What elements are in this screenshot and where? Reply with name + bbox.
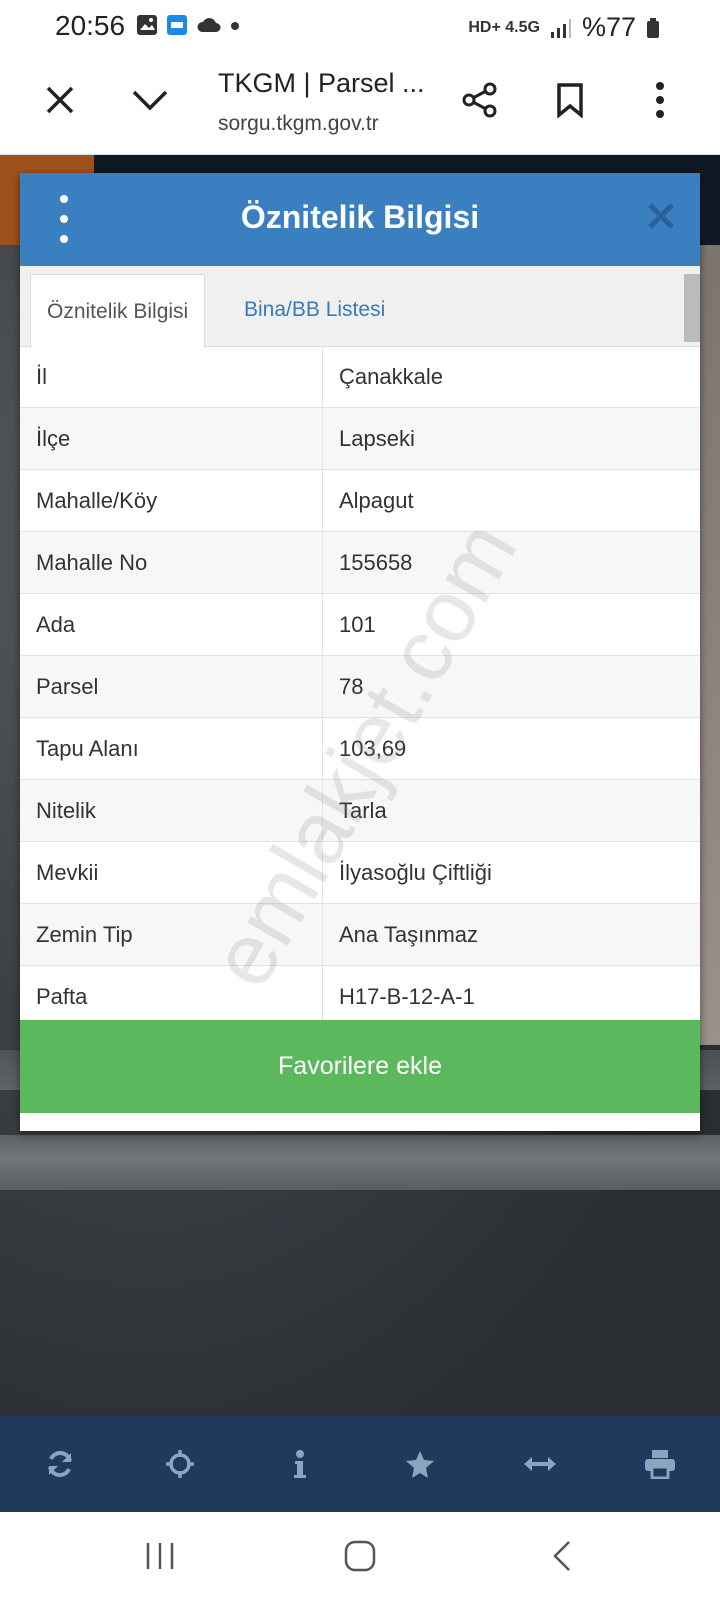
dot-icon (231, 22, 239, 30)
page-url[interactable]: sorgu.tkgm.gov.tr (218, 112, 379, 136)
row-key: Parsel (20, 655, 323, 718)
tab-bar: Öznitelik Bilgisi Bina/BB Listesi (20, 266, 700, 348)
table-row: Mahalle No 155658 (20, 531, 700, 594)
refresh-icon (48, 1450, 72, 1478)
row-key: Zemin Tip (20, 903, 323, 966)
bookmark-icon (557, 83, 583, 118)
row-key: Mahalle No (20, 531, 323, 594)
row-key: Tapu Alanı (20, 717, 323, 780)
row-value: Alpagut (322, 469, 700, 532)
close-icon (46, 86, 74, 114)
recent-apps-icon (146, 1543, 174, 1569)
table-row: Nitelik Tarla (20, 779, 700, 842)
row-value: 155658 (322, 531, 700, 594)
recent-apps-button[interactable] (130, 1532, 190, 1580)
row-key: İlçe (20, 407, 323, 470)
table-row: Mevkii İlyasoğlu Çiftliği (20, 841, 700, 904)
measure-icon (524, 1457, 556, 1471)
table-row: Parsel 78 (20, 655, 700, 718)
map-road (0, 1135, 720, 1190)
tab-attribute-info[interactable]: Öznitelik Bilgisi (30, 274, 206, 348)
row-value: H17-B-12-A-1 (322, 965, 700, 1028)
row-key: Mevkii (20, 841, 323, 904)
row-value: Lapseki (322, 407, 700, 470)
row-value: İlyasoğlu Çiftliği (322, 841, 700, 904)
row-value: 78 (322, 655, 700, 718)
more-vertical-icon (656, 82, 664, 118)
notification-icons (136, 14, 240, 36)
locate-button[interactable] (150, 1434, 210, 1494)
map-toolbar (0, 1416, 720, 1512)
signal-icon (550, 18, 571, 38)
table-row: İlçe Lapseki (20, 407, 700, 470)
minimize-button[interactable] (126, 76, 174, 124)
row-key: İl (20, 346, 323, 408)
row-key: Ada (20, 593, 323, 656)
share-icon (462, 82, 497, 118)
row-value: 101 (322, 593, 700, 656)
row-key: Nitelik (20, 779, 323, 842)
row-value: 103,69 (322, 717, 700, 780)
battery-percent: %77 (581, 12, 636, 42)
print-icon (645, 1450, 675, 1479)
status-bar: 20:56 HD+ 4.5G %77 (0, 0, 720, 52)
status-time: 20:56 (55, 10, 126, 41)
table-row: Tapu Alanı 103,69 (20, 717, 700, 780)
star-icon (406, 1451, 434, 1478)
table-row: Mahalle/Köy Alpagut (20, 469, 700, 532)
row-value: Çanakkale (322, 346, 700, 408)
back-button[interactable] (532, 1532, 592, 1580)
gallery-icon (137, 15, 157, 35)
locate-icon (166, 1450, 194, 1478)
row-value: Ana Taşınmaz (322, 903, 700, 966)
back-icon (553, 1541, 570, 1571)
bookmark-button[interactable] (546, 76, 594, 124)
more-options-button[interactable] (636, 76, 684, 124)
row-key: Mahalle/Köy (20, 469, 323, 532)
attribute-dialog: Öznitelik Bilgisi Öznitelik Bilgisi Bina… (20, 173, 700, 1131)
row-value: Tarla (322, 779, 700, 842)
share-button[interactable] (456, 76, 504, 124)
print-button[interactable] (630, 1434, 690, 1494)
table-row: Pafta H17-B-12-A-1 (20, 965, 700, 1028)
tab-scrollbar[interactable] (684, 274, 700, 342)
dialog-close-button[interactable] (646, 201, 676, 231)
app-notification-icon (167, 15, 187, 35)
table-row: Ada 101 (20, 593, 700, 656)
chevron-down-icon (132, 90, 168, 111)
close-tab-button[interactable] (36, 76, 84, 124)
attribute-table: İl Çanakkale İlçe Lapseki Mahalle/Köy Alpag… (20, 346, 700, 1028)
browser-toolbar: TKGM | Parsel ... sorgu.tkgm.gov.tr (0, 52, 720, 155)
dialog-title: Öznitelik Bilgisi (240, 199, 480, 235)
dialog-header: Öznitelik Bilgisi (20, 173, 700, 266)
table-row: Zemin Tip Ana Taşınmaz (20, 903, 700, 966)
favorites-button[interactable] (390, 1434, 450, 1494)
tab-building-list[interactable]: Bina/BB Listesi (244, 274, 385, 346)
add-favorite-button[interactable]: Favorilere ekle (20, 1020, 700, 1113)
system-icons: HD+ 4.5G %77 (468, 12, 660, 43)
home-button[interactable] (330, 1532, 390, 1580)
battery-icon (647, 17, 659, 38)
home-icon (344, 1540, 376, 1572)
measure-button[interactable] (510, 1434, 570, 1494)
page-title: TKGM | Parsel ... (218, 68, 425, 98)
info-icon (294, 1450, 306, 1478)
cloud-icon (197, 18, 221, 32)
system-nav-bar (0, 1512, 720, 1600)
refresh-button[interactable] (30, 1434, 90, 1494)
network-label: HD+ 4.5G (468, 18, 540, 36)
info-button[interactable] (270, 1434, 330, 1494)
row-key: Pafta (20, 965, 323, 1028)
table-row: İl Çanakkale (20, 346, 700, 408)
